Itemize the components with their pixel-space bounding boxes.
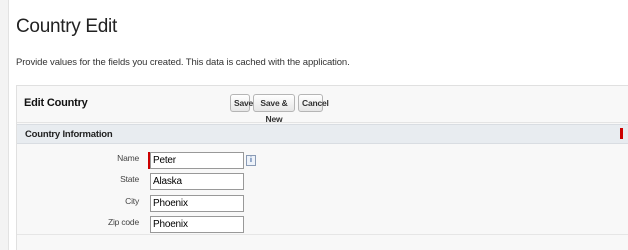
section-header: Country Information: [17, 124, 628, 144]
city-field[interactable]: [150, 195, 244, 212]
section-title: Country Information: [25, 129, 113, 140]
zip-code-label: Zip code: [107, 217, 139, 227]
state-field[interactable]: [150, 173, 244, 190]
edit-panel: Edit Country Save Save & New Cancel Coun…: [16, 85, 628, 250]
country-edit-page: Country Edit Provide values for the fiel…: [0, 0, 628, 250]
name-field[interactable]: [150, 152, 244, 169]
city-label: City: [125, 196, 139, 206]
cancel-button[interactable]: Cancel: [298, 94, 329, 112]
panel-title: Edit Country: [24, 97, 88, 109]
page-description: Provide values for the fields you create…: [16, 57, 350, 68]
panel-bottom-divider: [17, 234, 628, 235]
required-indicator-legend: [620, 128, 623, 139]
name-label: Name: [117, 153, 139, 163]
left-edge-strip: [0, 0, 9, 250]
zip-code-field[interactable]: [150, 216, 244, 233]
page-title: Country Edit: [16, 16, 117, 37]
save-button[interactable]: Save: [230, 94, 253, 112]
save-and-new-button[interactable]: Save & New: [253, 94, 295, 124]
panel-header: Edit Country Save Save & New Cancel: [17, 86, 628, 124]
state-label: State: [120, 174, 139, 184]
info-icon[interactable]: i: [246, 155, 256, 166]
